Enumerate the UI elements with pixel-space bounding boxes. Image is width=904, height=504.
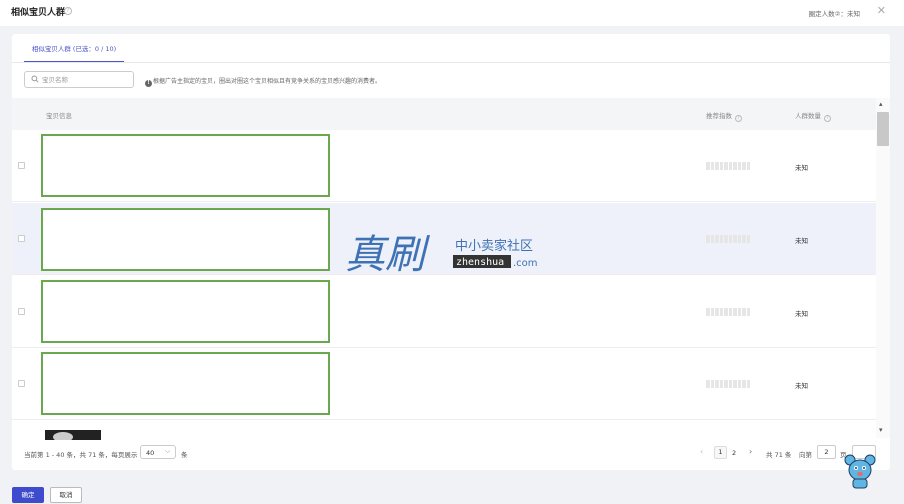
crowd-size-value: 未知 [795,164,808,172]
table-row[interactable]: 未知 [12,348,878,420]
table-row[interactable]: 未知 [12,130,878,202]
dialog-title: 相似宝贝人群 [11,8,66,18]
page-size-value: 40 [146,449,155,457]
crowd-size-value: 未知 [795,237,808,245]
info-label: 根据广告主指定的宝贝，圈出对圈这个宝贝相似且有竞争关系的宝贝感兴趣的消费者。 [153,78,382,85]
page-button-1[interactable]: 1 [714,446,727,459]
scroll-down-icon[interactable]: ▾ [879,426,883,434]
close-icon[interactable]: ✕ [877,4,886,17]
header-product-info: 宝贝信息 [46,112,72,120]
next-page-icon[interactable]: › [749,447,752,456]
search-icon [31,75,39,83]
goto-label: 向第 [799,451,812,459]
scrollbar-thumb[interactable] [877,112,889,146]
help-icon[interactable]: ? [824,115,831,122]
product-info-box [41,352,330,415]
selected-count-label: 圈定人数②：未知 [808,10,860,18]
table-row[interactable]: 未知 [12,276,878,348]
divider [12,62,890,63]
goto-page-input[interactable] [817,445,836,459]
row-checkbox[interactable] [18,235,25,242]
main-panel: 相似宝贝人群 (已选：0 / 10) !根据广告主指定的宝贝，圈出对圈这个宝贝相… [12,34,890,470]
search-box[interactable] [24,71,134,88]
mascot-icon[interactable] [844,452,876,490]
confirm-button[interactable]: 确定 [12,487,44,503]
page-size-unit: 条 [181,451,188,459]
product-info-box [41,280,330,343]
help-icon[interactable]: ? [735,115,742,122]
info-text: ! 根据广告主指定的宝贝，圈出对圈这个宝贝相似且有竞争关系的宝贝感兴趣的消费者。 [145,76,381,87]
crowd-size-value: 未知 [795,310,808,318]
crowd-size-value: 未知 [795,382,808,390]
recommend-score-bar [706,162,750,170]
recommend-score-bar [706,308,750,316]
help-icon[interactable]: ? [64,7,72,15]
dialog-header: 相似宝贝人群 ? 圈定人数②：未知 ✕ [0,0,904,26]
product-info-box [41,208,330,271]
info-icon: ! [145,80,152,87]
header-recommend-score: 推荐指数? [706,110,742,122]
page-size-select[interactable]: 40 ⌵ [140,445,176,459]
recommend-score-bar [706,235,750,243]
table-scrollbar[interactable]: ▴ ▾ [876,98,890,438]
row-checkbox[interactable] [18,380,25,387]
pagination-summary: 当前第 1 - 40 条，共 71 条，每页展示 [24,451,138,459]
recommend-score-bar [706,380,750,388]
prev-page-icon[interactable]: ‹ [700,447,703,456]
search-input[interactable] [42,74,130,86]
scroll-up-icon[interactable]: ▴ [879,100,883,108]
table-row[interactable]: 未知 [12,203,878,275]
page-button-2[interactable]: 2 [732,449,736,457]
tab-similar-crowd[interactable]: 相似宝贝人群 (已选：0 / 10) [24,43,124,53]
product-info-box [41,134,330,197]
chevron-down-icon: ⌵ [165,447,171,455]
pagination-total: 共 71 条 [766,451,792,459]
header-recommend-score-label: 推荐指数 [706,112,732,120]
cancel-button[interactable]: 取消 [50,487,82,503]
row-checkbox[interactable] [18,162,25,169]
header-crowd-size-label: 人群数量 [795,112,821,120]
header-crowd-size: 人群数量? [795,110,831,122]
row-checkbox[interactable] [18,308,25,315]
table-header: 宝贝信息 推荐指数? 人群数量? [12,98,878,130]
product-thumbnail [45,430,101,440]
